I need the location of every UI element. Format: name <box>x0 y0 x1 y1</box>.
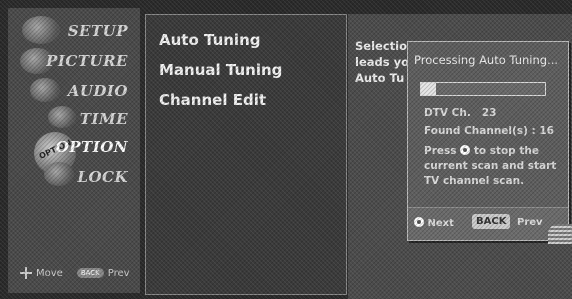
auto-tuning-popup: Processing Auto Tuning... DTV Ch. 23 Fou… <box>407 41 572 244</box>
popup-title: Processing Auto Tuning... <box>414 53 559 67</box>
menu-item-auto-tuning[interactable]: Auto Tuning <box>159 31 260 49</box>
press-suffix: to stop the <box>473 145 539 157</box>
instruction-line-3: TV channel scan. <box>424 175 525 187</box>
category-lock[interactable]: LOCK <box>77 168 128 186</box>
category-picture[interactable]: PICTURE <box>46 52 128 70</box>
back-badge: BACK <box>76 268 104 278</box>
prev-label: Prev <box>517 217 543 228</box>
menu-item-channel-edit[interactable]: Channel Edit <box>159 91 266 109</box>
dtv-channel-value: 23 <box>481 107 497 119</box>
scan-progress-fill <box>421 83 436 95</box>
popup-corner-decoration <box>548 224 572 244</box>
move-arrows-icon <box>20 267 32 279</box>
instruction-line-1: Press to stop the <box>424 145 539 157</box>
popup-footer: Next BACK Prev <box>408 207 568 240</box>
ok-circle-icon <box>460 145 471 155</box>
next-button[interactable]: Next <box>414 217 454 229</box>
scan-progress-bar <box>420 82 546 96</box>
category-time[interactable]: TIME <box>80 110 128 128</box>
ok-circle-icon <box>414 217 424 227</box>
menu-item-manual-tuning[interactable]: Manual Tuning <box>159 61 282 79</box>
category-menu: SETUP PICTURE AUDIO TIME OPTION OPTION L… <box>8 8 140 293</box>
found-channels: Found Channel(s) : 16 <box>424 125 554 137</box>
setup-icon <box>22 16 60 44</box>
move-label: Move <box>36 267 63 279</box>
category-option[interactable]: OPTION <box>56 138 128 156</box>
lock-icon <box>44 162 74 186</box>
tv-screen: SETUP PICTURE AUDIO TIME OPTION OPTION L… <box>0 0 572 299</box>
back-button[interactable]: BACK <box>472 214 511 229</box>
instruction-line-2: current scan and start <box>424 160 557 172</box>
description-line-2: leads yo <box>355 55 409 69</box>
next-label: Next <box>427 218 454 229</box>
dtv-channel-label: DTV Ch. <box>424 107 471 119</box>
option-submenu: Auto Tuning Manual Tuning Channel Edit <box>145 14 347 295</box>
prev-label: Prev <box>107 267 130 279</box>
category-setup[interactable]: SETUP <box>68 22 128 40</box>
press-prefix: Press <box>424 145 457 157</box>
audio-icon <box>30 78 60 102</box>
dtv-channel-line: DTV Ch. 23 <box>424 107 496 119</box>
left-menu-hints: Move BACK Prev <box>20 267 130 279</box>
category-audio[interactable]: AUDIO <box>68 82 128 100</box>
time-icon <box>48 106 76 128</box>
description-line-3: Auto Tu <box>355 71 405 85</box>
